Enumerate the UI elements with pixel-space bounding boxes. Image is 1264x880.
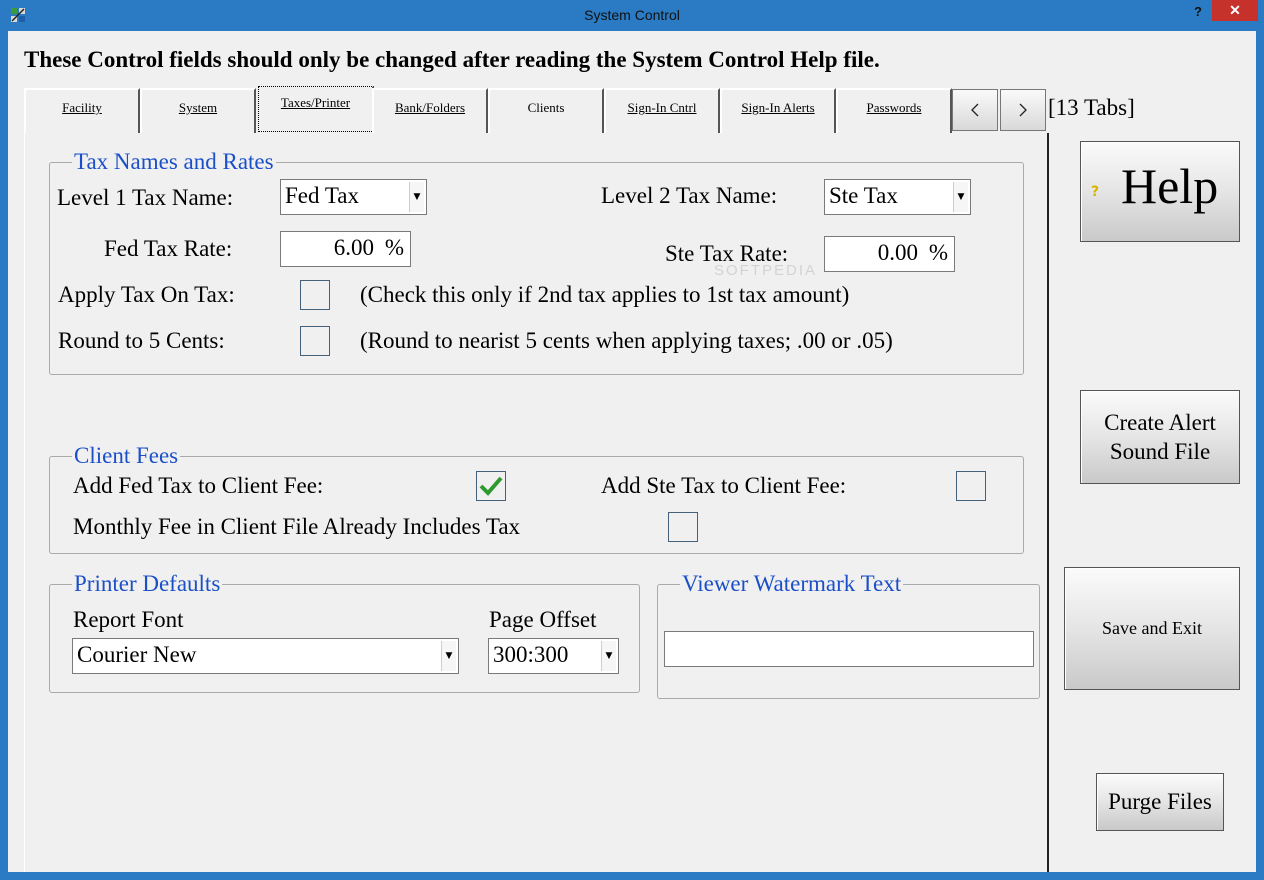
fed-tax-rate-value: 6.00 — [333, 235, 374, 260]
tab-sign-in-cntrl[interactable]: Sign-In Cntrl — [604, 88, 720, 133]
percent-sign: % — [928, 240, 948, 265]
tab-scroll-left-button[interactable] — [952, 89, 998, 131]
tab-facility[interactable]: Facility — [24, 88, 140, 133]
client-fees-legend: Client Fees — [72, 443, 181, 468]
viewer-watermark-legend: Viewer Watermark Text — [680, 571, 904, 596]
help-button-label: Help — [1121, 158, 1219, 214]
create-alert-sound-file-button[interactable]: Create Alert Sound File — [1080, 390, 1240, 484]
level2-tax-name-label: Level 2 Tax Name: — [601, 183, 778, 208]
level1-tax-name-value: Fed Tax — [285, 183, 359, 208]
tax-group-legend: Tax Names and Rates — [72, 149, 276, 174]
tax-names-rates-group: Tax Names and Rates Level 1 Tax Name: Fe… — [49, 150, 1024, 375]
tab-label: Sign-In Alerts — [741, 100, 815, 115]
viewer-watermark-input[interactable] — [664, 631, 1034, 667]
round-to-5-cents-checkbox[interactable] — [300, 326, 330, 356]
page-offset-label: Page Offset — [489, 607, 597, 632]
tab-label: Taxes/Printer — [280, 95, 351, 110]
save-and-exit-button[interactable]: Save and Exit — [1064, 567, 1240, 690]
tab-bank-folders[interactable]: Bank/Folders — [372, 88, 488, 133]
help-button[interactable]: ? Help — [1080, 141, 1240, 242]
tab-sign-in-alerts[interactable]: Sign-In Alerts — [720, 88, 836, 133]
title-bar: System Control ? ✕ — [0, 0, 1264, 31]
ste-tax-rate-field[interactable]: 0.00 % — [824, 236, 955, 272]
question-mark-icon: ? — [1091, 184, 1100, 200]
tab-label: Passwords — [866, 100, 922, 115]
viewer-watermark-group: Viewer Watermark Text — [657, 572, 1040, 699]
tab-content-pane: Tax Names and Rates Level 1 Tax Name: Fe… — [24, 133, 1049, 872]
add-ste-tax-label: Add Ste Tax to Client Fee: — [601, 473, 847, 498]
report-font-select[interactable]: Courier New ▼ — [72, 638, 459, 674]
window-client-area: These Control fields should only be chan… — [8, 31, 1256, 872]
percent-sign: % — [384, 235, 404, 260]
close-button[interactable]: ✕ — [1212, 0, 1258, 21]
round-to-5-cents-note: (Round to nearist 5 cents when applying … — [360, 328, 893, 353]
client-fees-group: Client Fees Add Fed Tax to Client Fee: A… — [49, 444, 1024, 554]
report-font-value: Courier New — [77, 642, 197, 667]
level1-tax-name-label: Level 1 Tax Name: — [57, 185, 234, 210]
level2-tax-name-select[interactable]: Ste Tax ▼ — [824, 179, 971, 215]
purge-files-label: Purge Files — [1108, 789, 1212, 814]
tab-label: Clients — [527, 100, 565, 115]
tab-label: Bank/Folders — [394, 100, 466, 115]
chevron-right-icon — [1019, 103, 1027, 117]
dropdown-arrow-icon[interactable]: ▼ — [409, 182, 424, 212]
round-to-5-cents-label: Round to 5 Cents: — [58, 328, 225, 353]
level2-tax-name-value: Ste Tax — [829, 183, 898, 208]
title-help-icon[interactable]: ? — [1190, 4, 1206, 22]
ste-tax-rate-value: 0.00 — [877, 240, 918, 265]
purge-files-button[interactable]: Purge Files — [1096, 773, 1224, 831]
tab-system[interactable]: System — [140, 88, 256, 133]
create-alert-label-line1: Create Alert — [1104, 410, 1216, 435]
printer-defaults-legend: Printer Defaults — [72, 571, 223, 596]
fed-tax-rate-field[interactable]: 6.00 % — [280, 231, 411, 267]
apply-tax-on-tax-note: (Check this only if 2nd tax applies to 1… — [360, 282, 850, 307]
tab-label: Sign-In Cntrl — [627, 100, 697, 115]
tab-label: System — [178, 100, 218, 115]
fed-tax-rate-label: Fed Tax Rate: — [104, 236, 233, 261]
tab-taxes-printer[interactable]: Taxes/Printer — [258, 86, 374, 132]
warning-text: These Control fields should only be chan… — [24, 47, 880, 72]
dropdown-arrow-icon[interactable]: ▼ — [953, 182, 968, 212]
printer-defaults-group: Printer Defaults Report Font Courier New… — [49, 572, 640, 693]
dropdown-arrow-icon[interactable]: ▼ — [441, 641, 456, 671]
dropdown-arrow-icon[interactable]: ▼ — [601, 641, 616, 671]
create-alert-label-line2: Sound File — [1109, 439, 1211, 464]
chevron-left-icon — [971, 103, 979, 117]
monthly-fee-includes-tax-checkbox[interactable] — [668, 512, 698, 542]
report-font-label: Report Font — [73, 607, 184, 632]
monthly-fee-includes-tax-label: Monthly Fee in Client File Already Inclu… — [73, 514, 521, 539]
tab-count-label: [13 Tabs] — [1048, 95, 1135, 120]
page-offset-select[interactable]: 300:300 ▼ — [488, 638, 619, 674]
tab-label: Facility — [62, 100, 102, 115]
checkmark-icon — [479, 476, 503, 496]
page-offset-value: 300:300 — [493, 642, 569, 667]
apply-tax-on-tax-label: Apply Tax On Tax: — [58, 282, 235, 307]
add-ste-tax-checkbox[interactable] — [956, 471, 986, 501]
add-fed-tax-label: Add Fed Tax to Client Fee: — [73, 473, 324, 498]
tab-scroll-right-button[interactable] — [1000, 89, 1046, 131]
level1-tax-name-select[interactable]: Fed Tax ▼ — [280, 179, 427, 215]
add-fed-tax-checkbox[interactable] — [476, 471, 506, 501]
softpedia-watermark: SOFTPEDIA — [714, 262, 818, 279]
tab-clients[interactable]: Clients — [488, 88, 604, 133]
window-title: System Control — [584, 7, 680, 23]
save-and-exit-label: Save and Exit — [1102, 618, 1202, 638]
tab-passwords[interactable]: Passwords — [836, 88, 952, 133]
apply-tax-on-tax-checkbox[interactable] — [300, 280, 330, 310]
